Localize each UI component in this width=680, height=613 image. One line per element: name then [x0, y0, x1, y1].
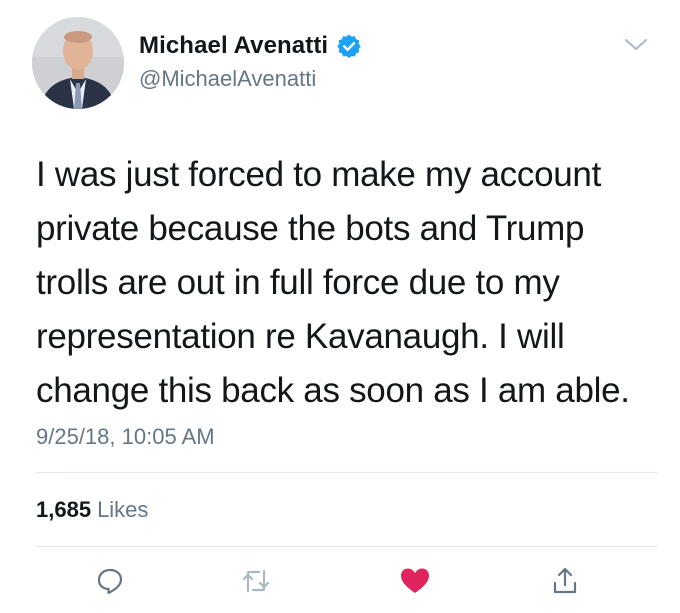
reply-icon: [97, 568, 123, 595]
verified-badge-icon: [336, 33, 362, 59]
display-name[interactable]: Michael Avenatti: [139, 32, 328, 60]
likes-label: Likes: [97, 497, 149, 522]
author-handle[interactable]: @MichaelAvenatti: [139, 66, 316, 92]
tweet-timestamp[interactable]: 9/25/18, 10:05 AM: [36, 424, 215, 450]
divider: [36, 546, 658, 547]
share-icon: [553, 567, 577, 594]
retweet-button[interactable]: [239, 564, 273, 598]
share-button[interactable]: [548, 564, 582, 598]
heart-icon: [401, 568, 429, 593]
likes-count: 1,685: [36, 497, 92, 522]
like-button[interactable]: [398, 564, 432, 598]
author-name-row[interactable]: Michael Avenatti: [139, 32, 362, 60]
tweet-card: Michael Avenatti @MichaelAvenatti I was …: [0, 0, 680, 613]
chevron-down-icon[interactable]: [623, 36, 649, 54]
retweet-icon: [242, 569, 270, 593]
tweet-text: I was just forced to make my account pri…: [36, 155, 630, 410]
reply-button[interactable]: [93, 564, 127, 598]
likes-stat[interactable]: 1,685 Likes: [36, 497, 148, 523]
avatar[interactable]: [32, 17, 124, 109]
divider: [36, 472, 658, 473]
